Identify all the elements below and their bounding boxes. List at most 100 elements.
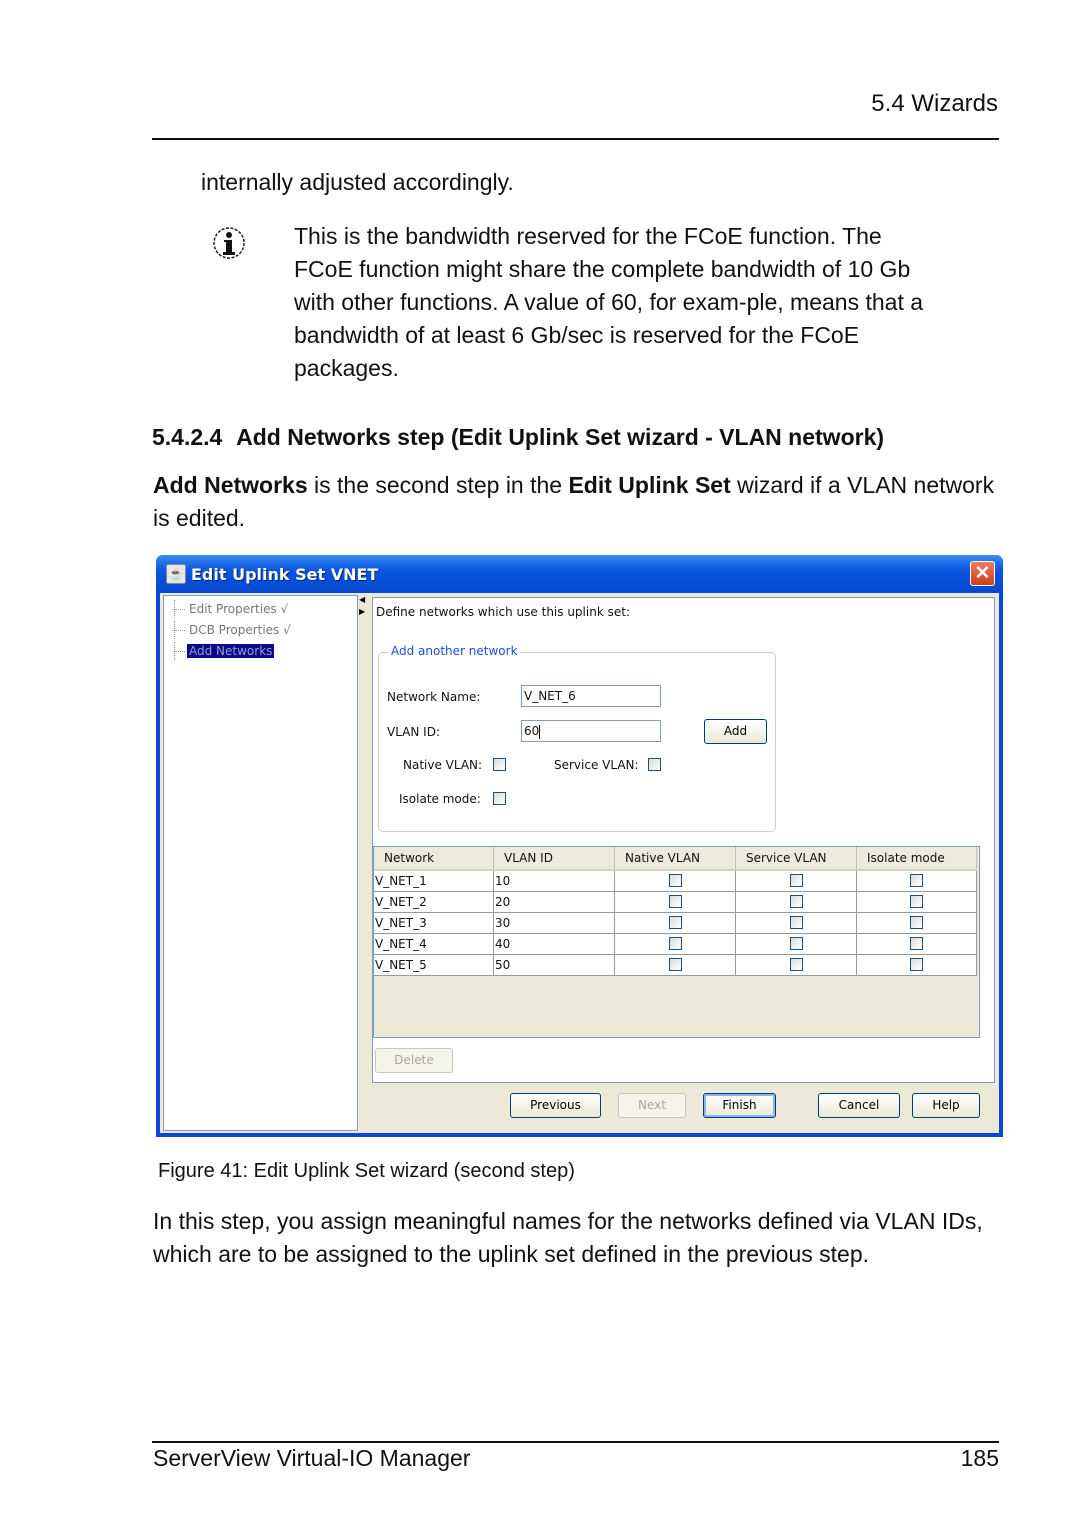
java-app-icon: ☕	[166, 564, 186, 584]
cell-network[interactable]: V_NET_5	[374, 955, 494, 975]
native-vlan-checkbox[interactable]	[668, 916, 682, 929]
table-row[interactable]: V_NET_3 30	[374, 913, 977, 934]
table-header: Network VLAN ID Native VLAN Service VLAN…	[374, 847, 977, 871]
figure-caption: Figure 41: Edit Uplink Set wizard (secon…	[158, 1160, 575, 1182]
isolate-mode-checkbox[interactable]	[910, 937, 923, 950]
cell-service-vlan	[736, 934, 857, 954]
cell-network[interactable]: V_NET_1	[374, 871, 494, 891]
service-vlan-checkbox[interactable]	[789, 916, 803, 929]
intro-bold-2: Edit Uplink Set	[568, 472, 731, 498]
service-vlan-checkbox[interactable]	[789, 895, 803, 908]
network-name-label: Network Name:	[387, 690, 481, 704]
native-vlan-label: Native VLAN:	[403, 758, 483, 772]
title-bar[interactable]: ☕ Edit Uplink Set VNET ✕	[156, 555, 1003, 593]
add-button[interactable]: Add	[704, 719, 767, 744]
delete-button[interactable]: Delete	[375, 1048, 453, 1073]
native-vlan-checkbox[interactable]	[493, 758, 506, 771]
cell-vlan-id[interactable]: 10	[494, 871, 615, 891]
cell-service-vlan	[736, 892, 857, 912]
split-pane-divider[interactable]: ◀ ▶	[358, 593, 365, 1133]
service-vlan-checkbox[interactable]	[648, 758, 661, 771]
intro-paragraph: Add Networks is the second step in the E…	[153, 469, 1003, 535]
service-vlan-checkbox[interactable]	[789, 937, 803, 950]
tree-item-edit-properties[interactable]: Edit Properties √	[174, 600, 290, 618]
isolate-mode-checkbox[interactable]	[910, 874, 923, 887]
network-name-input[interactable]: V_NET_6	[521, 685, 661, 707]
service-vlan-checkbox[interactable]	[789, 958, 803, 971]
define-networks-label: Define networks which use this uplink se…	[376, 605, 630, 619]
vlan-id-input[interactable]: 60	[521, 720, 661, 742]
cell-native-vlan	[615, 913, 736, 933]
native-vlan-checkbox[interactable]	[668, 895, 682, 908]
header-rule	[152, 138, 999, 140]
cell-vlan-id[interactable]: 50	[494, 955, 615, 975]
info-icon	[213, 227, 245, 259]
cell-network[interactable]: V_NET_3	[374, 913, 494, 933]
cell-isolate-mode	[857, 871, 977, 891]
tree-item-add-networks[interactable]: Add Networks	[174, 642, 275, 660]
isolate-mode-checkbox[interactable]	[910, 895, 923, 908]
cell-service-vlan	[736, 871, 857, 891]
table-row[interactable]: V_NET_2 20	[374, 892, 977, 913]
text-cursor	[539, 724, 541, 739]
tree-item-dcb-properties[interactable]: DCB Properties √	[174, 621, 293, 639]
isolate-mode-checkbox[interactable]	[910, 916, 923, 929]
window-client-area: Edit Properties √ DCB Properties √ Add N…	[160, 593, 999, 1133]
cell-service-vlan	[736, 955, 857, 975]
cell-vlan-id[interactable]: 20	[494, 892, 615, 912]
finish-button[interactable]: Finish	[703, 1093, 776, 1118]
running-header: 5.4 Wizards	[871, 90, 998, 117]
native-vlan-checkbox[interactable]	[668, 937, 682, 950]
service-vlan-label: Service VLAN:	[554, 758, 639, 772]
section-title: Add Networks step (Edit Uplink Set wizar…	[236, 424, 885, 450]
isolate-mode-checkbox[interactable]	[910, 958, 923, 971]
add-another-network-group: Add another network Network Name: V_NET_…	[378, 644, 776, 832]
cell-native-vlan	[615, 934, 736, 954]
cell-isolate-mode	[857, 955, 977, 975]
vlan-id-label: VLAN ID:	[387, 725, 440, 739]
isolate-mode-checkbox[interactable]	[493, 792, 506, 805]
cell-network[interactable]: V_NET_2	[374, 892, 494, 912]
native-vlan-checkbox[interactable]	[668, 874, 682, 887]
footer-product-name: ServerView Virtual-IO Manager	[153, 1445, 471, 1471]
expand-right-arrow-icon[interactable]: ▶	[359, 607, 365, 616]
group-title: Add another network	[389, 644, 520, 658]
cell-vlan-id[interactable]: 30	[494, 913, 615, 933]
service-vlan-checkbox[interactable]	[789, 874, 803, 887]
add-networks-panel: Define networks which use this uplink se…	[372, 597, 995, 1083]
cancel-button[interactable]: Cancel	[818, 1093, 900, 1118]
cell-isolate-mode	[857, 892, 977, 912]
cell-native-vlan	[615, 871, 736, 891]
window-title: Edit Uplink Set VNET	[191, 565, 379, 584]
cell-native-vlan	[615, 955, 736, 975]
cell-vlan-id[interactable]: 40	[494, 934, 615, 954]
column-header-isolate-mode[interactable]: Isolate mode	[857, 847, 977, 869]
footer-rule	[152, 1441, 999, 1443]
note-text: This is the bandwidth reserved for the F…	[294, 223, 924, 381]
native-vlan-checkbox[interactable]	[668, 958, 682, 971]
edit-uplink-set-window: ☕ Edit Uplink Set VNET ✕ Edit Properties…	[156, 555, 1003, 1137]
cell-isolate-mode	[857, 913, 977, 933]
column-header-vlan-id[interactable]: VLAN ID	[494, 847, 615, 869]
cell-network[interactable]: V_NET_4	[374, 934, 494, 954]
vlan-id-value: 60	[524, 724, 540, 738]
continued-paragraph: internally adjusted accordingly.	[201, 169, 514, 195]
cell-isolate-mode	[857, 934, 977, 954]
outro-paragraph: In this step, you assign meaningful name…	[153, 1208, 983, 1267]
previous-button[interactable]: Previous	[510, 1093, 601, 1118]
table-row[interactable]: V_NET_1 10	[374, 871, 977, 892]
cell-service-vlan	[736, 913, 857, 933]
column-header-network[interactable]: Network	[374, 847, 494, 869]
page-number: 185	[960, 1445, 999, 1471]
intro-text-1: is the second step in the	[307, 472, 569, 498]
wizard-steps-tree: Edit Properties √ DCB Properties √ Add N…	[163, 595, 358, 1131]
help-button[interactable]: Help	[912, 1093, 980, 1118]
next-button[interactable]: Next	[618, 1093, 686, 1118]
column-header-native-vlan[interactable]: Native VLAN	[615, 847, 736, 869]
table-row[interactable]: V_NET_4 40	[374, 934, 977, 955]
collapse-left-arrow-icon[interactable]: ◀	[359, 595, 365, 604]
column-header-service-vlan[interactable]: Service VLAN	[736, 847, 857, 869]
table-row[interactable]: V_NET_5 50	[374, 955, 977, 976]
close-button[interactable]: ✕	[970, 561, 995, 586]
isolate-mode-label: Isolate mode:	[399, 792, 481, 806]
